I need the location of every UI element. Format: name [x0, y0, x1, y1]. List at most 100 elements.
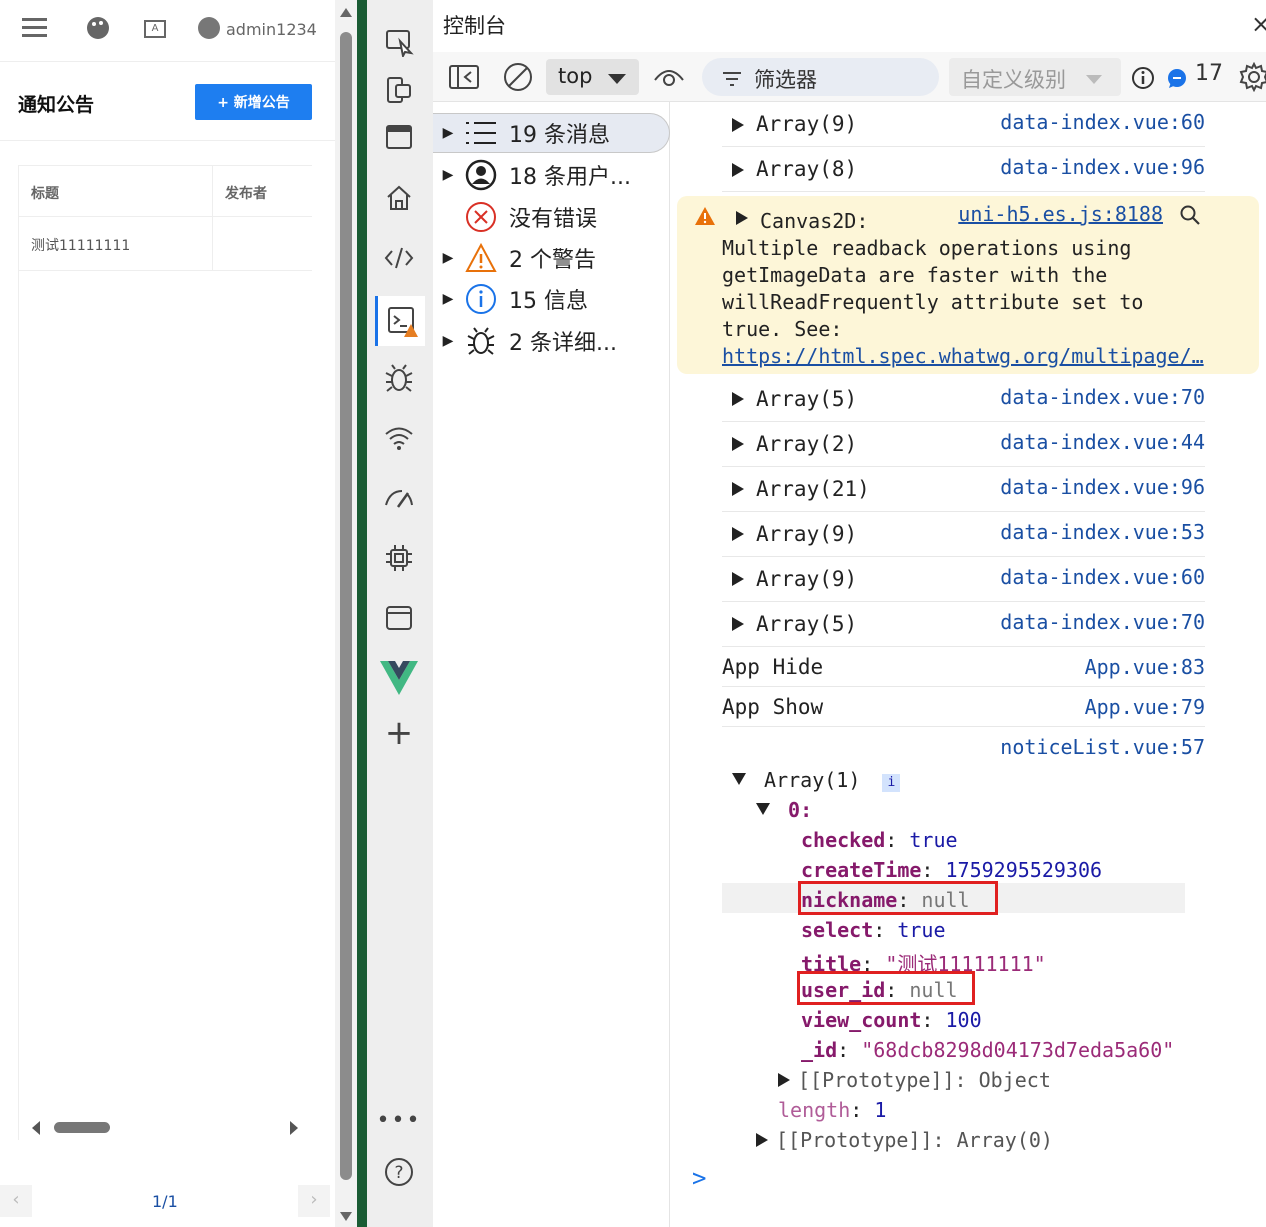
scroll-thumb[interactable]	[340, 32, 352, 1180]
bug-icon[interactable]	[379, 358, 419, 398]
source-link[interactable]: data-index.vue:70	[1000, 610, 1205, 634]
log-entry[interactable]: Array(9) data-index.vue:60	[722, 102, 1205, 147]
settings-gear-icon[interactable]	[1239, 61, 1266, 96]
palette-icon[interactable]	[87, 17, 109, 39]
scroll-left-icon[interactable]	[32, 1121, 40, 1135]
source-link[interactable]: noticeList.vue:57	[1000, 735, 1205, 759]
prev-page-button[interactable]: ‹	[0, 1185, 32, 1217]
info-icon[interactable]	[1131, 66, 1155, 94]
info-icon[interactable]: i	[882, 774, 901, 792]
prototype-label: [[Prototype]]: Array(0)	[776, 1128, 1053, 1152]
warning-message[interactable]: uni-h5.es.js:8188 Canvas2D: Multiple rea…	[677, 196, 1259, 374]
expand-icon	[732, 527, 744, 541]
log-entry[interactable]: Array(2) data-index.vue:44	[722, 422, 1205, 467]
source-link[interactable]: App.vue:83	[1085, 655, 1205, 679]
horizontal-scrollbar[interactable]	[30, 1118, 302, 1138]
sidebar-item-errors[interactable]: 没有错误	[433, 197, 670, 237]
source-link[interactable]: data-index.vue:96	[1000, 475, 1205, 499]
tree-field[interactable]: checked: true	[801, 828, 958, 852]
log-entry[interactable]: Array(9) data-index.vue:60	[722, 557, 1205, 602]
tree-field[interactable]: select: true	[801, 918, 946, 942]
vue-devtools-icon[interactable]	[379, 658, 419, 698]
context-select[interactable]: top	[546, 59, 639, 95]
add-panel-icon[interactable]: +	[379, 713, 419, 753]
tree-prototype[interactable]: [[Prototype]]: Object	[778, 1068, 1051, 1092]
close-icon[interactable]: ×	[1251, 10, 1266, 38]
list-icon	[463, 121, 499, 145]
log-entry[interactable]: App Hide App.vue:83	[722, 647, 1205, 687]
bug-icon	[463, 325, 499, 357]
performance-icon[interactable]	[379, 478, 419, 518]
filter-input[interactable]: 筛选器	[702, 58, 939, 96]
scroll-down-icon[interactable]	[340, 1212, 352, 1221]
context-label: top	[558, 64, 593, 88]
clear-console-icon[interactable]	[503, 62, 533, 96]
log-entry[interactable]: Array(5) data-index.vue:70	[722, 602, 1205, 647]
source-link[interactable]: data-index.vue:60	[1000, 110, 1205, 134]
field-value: true	[897, 918, 946, 942]
tree-field[interactable]: view_count: 100	[801, 1008, 982, 1032]
expand-icon: ▶	[442, 291, 454, 307]
console-icon[interactable]	[375, 296, 425, 346]
add-notice-button[interactable]: + 新增公告	[195, 84, 312, 120]
expand-icon[interactable]	[778, 1073, 790, 1087]
sidebar-item-messages[interactable]: ▶ 19 条消息	[433, 113, 670, 153]
log-message: App Hide	[722, 655, 824, 679]
help-icon[interactable]: ?	[379, 1152, 419, 1192]
home-icon[interactable]	[379, 178, 419, 218]
tree-prototype[interactable]: [[Prototype]]: Array(0)	[756, 1128, 1053, 1152]
app-panel: A admin1234 通知公告 + 新增公告 标题 发布者 测试1111111…	[0, 0, 335, 1227]
next-page-button[interactable]: ›	[298, 1185, 330, 1217]
more-icon[interactable]: •••	[377, 1100, 420, 1140]
menu-icon[interactable]	[22, 18, 47, 38]
sidebar-item-info[interactable]: ▶ 15 信息	[433, 279, 670, 319]
collapse-icon[interactable]	[756, 803, 770, 815]
log-entry[interactable]: App Show App.vue:79	[722, 687, 1205, 727]
source-link[interactable]: data-index.vue:60	[1000, 565, 1205, 589]
source-link[interactable]: data-index.vue:96	[1000, 155, 1205, 179]
translate-icon[interactable]: A	[144, 20, 166, 38]
spec-link[interactable]: https://html.spec.whatwg.org/multipage/…	[722, 344, 1204, 368]
source-link[interactable]: data-index.vue:53	[1000, 520, 1205, 544]
log-entry[interactable]: Array(5) data-index.vue:70	[722, 377, 1205, 422]
network-icon[interactable]	[379, 418, 419, 458]
log-message: Array(9)	[756, 112, 858, 136]
tree-field[interactable]: _id: "68dcb8298d04173d7eda5a60"	[801, 1038, 1174, 1062]
log-entry[interactable]: Array(21) data-index.vue:96	[722, 467, 1205, 512]
console-prompt[interactable]: >	[692, 1164, 706, 1192]
log-level-select[interactable]: 自定义级别	[949, 58, 1121, 96]
inspect-icon[interactable]	[379, 22, 419, 62]
sidebar-item-user-messages[interactable]: ▶ 18 条用户...	[433, 155, 670, 195]
source-link[interactable]: data-index.vue:44	[1000, 430, 1205, 454]
scroll-thumb[interactable]	[54, 1122, 110, 1133]
tree-root[interactable]: Array(1) i	[732, 768, 901, 792]
avatar[interactable]	[198, 17, 220, 39]
elements-icon[interactable]	[379, 238, 419, 278]
tree-field[interactable]: createTime: 1759295529306	[801, 858, 1102, 882]
expand-icon[interactable]	[756, 1133, 768, 1147]
application-icon[interactable]	[379, 598, 419, 638]
window-icon[interactable]	[379, 117, 419, 157]
field-key: length	[778, 1098, 851, 1122]
log-entry[interactable]: Array(9) data-index.vue:53	[722, 512, 1205, 557]
scroll-up-icon[interactable]	[340, 8, 352, 17]
field-key: select	[801, 918, 874, 942]
sidebar-item-warnings[interactable]: ▶ 2 个警告	[433, 238, 670, 278]
collapse-icon[interactable]	[732, 773, 746, 785]
sidebar-toggle-icon[interactable]	[449, 65, 479, 93]
source-link[interactable]: App.vue:79	[1085, 695, 1205, 719]
scroll-right-icon[interactable]	[290, 1121, 298, 1135]
tree-field[interactable]: length: 1	[778, 1098, 886, 1122]
log-entry[interactable]: noticeList.vue:57	[722, 727, 1205, 767]
page-vertical-scrollbar[interactable]	[335, 0, 357, 1227]
issues-icon[interactable]	[1166, 68, 1188, 94]
issues-count[interactable]: 17	[1195, 61, 1223, 86]
sidebar-item-verbose[interactable]: ▶ 2 条详细...	[433, 321, 670, 361]
tree-index[interactable]: 0:	[756, 798, 812, 822]
log-entry[interactable]: Array(8) data-index.vue:96	[722, 147, 1205, 192]
device-toggle-icon[interactable]	[379, 70, 419, 110]
table-row[interactable]: 测试11111111	[19, 218, 312, 271]
source-link[interactable]: data-index.vue:70	[1000, 385, 1205, 409]
memory-icon[interactable]	[379, 538, 419, 578]
live-expression-icon[interactable]	[653, 66, 685, 92]
